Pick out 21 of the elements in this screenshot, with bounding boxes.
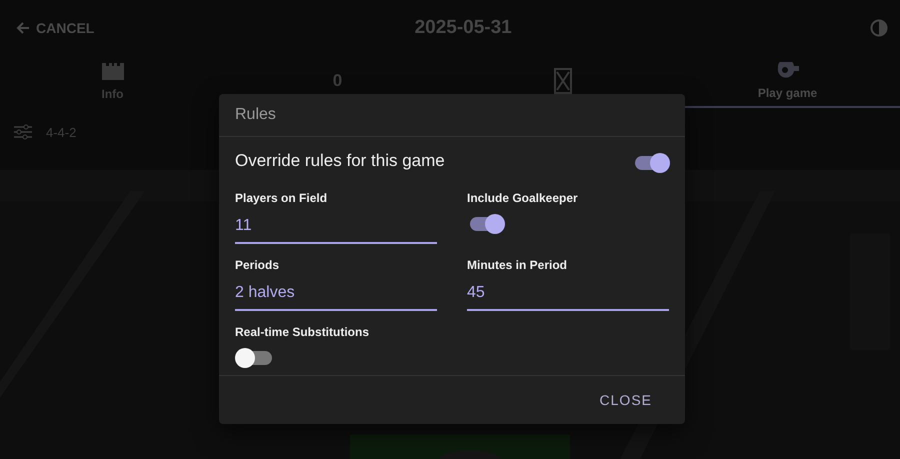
close-button[interactable]: CLOSE — [582, 384, 669, 416]
field-label: Include Goalkeeper — [467, 191, 579, 205]
field-label: Periods — [235, 258, 280, 272]
field-label: Minutes in Period — [467, 258, 568, 272]
toggle-switch[interactable] — [470, 217, 504, 231]
sliders-icon[interactable] — [14, 124, 32, 140]
field-label: Real-time Substitutions — [235, 325, 370, 339]
override-label: Override rules for this game — [235, 151, 445, 171]
input-field[interactable]: 2 halves — [235, 280, 437, 311]
back-arrow-icon — [16, 20, 30, 34]
toggle-switch[interactable] — [635, 156, 669, 170]
dialog-title: Rules — [219, 94, 685, 137]
castle-icon — [100, 60, 124, 80]
field-label: Players on Field — [235, 191, 328, 205]
input-field[interactable]: 45 — [467, 280, 669, 311]
page-title: 2025-05-31 — [414, 16, 512, 38]
whistle-icon — [776, 62, 800, 80]
input-field[interactable]: 11 — [235, 213, 437, 244]
board-icon — [554, 68, 572, 94]
tab-label: Play game — [758, 86, 818, 100]
toggle-switch[interactable] — [238, 351, 272, 365]
